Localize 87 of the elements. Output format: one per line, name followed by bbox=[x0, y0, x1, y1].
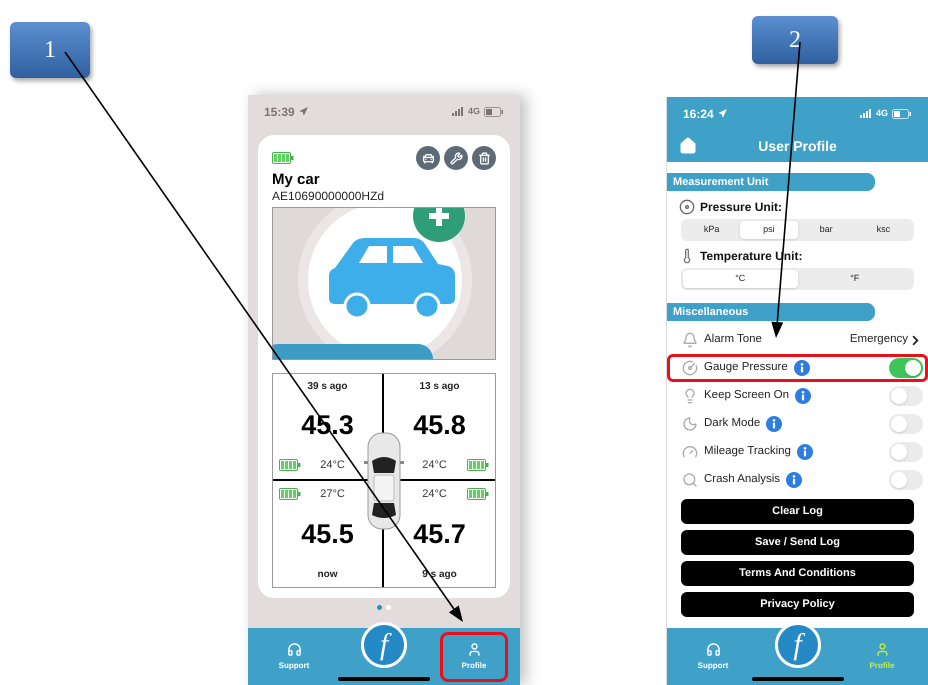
tire-pressure: 45.5 bbox=[301, 521, 354, 548]
toggle-switch[interactable] bbox=[889, 470, 923, 490]
status-time: 15:39 bbox=[264, 104, 295, 120]
unit-option[interactable]: °F bbox=[798, 270, 912, 288]
pressure-unit-label: Pressure Unit: bbox=[700, 199, 782, 216]
app-logo[interactable]: f bbox=[361, 622, 407, 668]
bell-icon bbox=[682, 332, 698, 348]
setting-label: Keep Screen On bbox=[704, 388, 790, 404]
moon-icon bbox=[682, 416, 698, 432]
setting-label: Gauge Pressure bbox=[704, 360, 788, 376]
home-icon[interactable] bbox=[679, 137, 697, 155]
toggle-switch[interactable] bbox=[889, 386, 923, 406]
status-time: 16:24 bbox=[683, 106, 714, 122]
wrench-icon bbox=[450, 152, 462, 164]
settings-row[interactable]: Alarm Tone Emergency bbox=[667, 326, 928, 354]
setting-label: Alarm Tone bbox=[704, 332, 762, 348]
search-icon bbox=[682, 472, 698, 488]
settings-row[interactable]: Dark Mode bbox=[667, 410, 928, 438]
unit-option[interactable]: psi bbox=[740, 221, 798, 239]
trash-icon bbox=[478, 152, 490, 164]
setting-value: Emergency bbox=[850, 332, 908, 348]
action-button[interactable]: Terms And Conditions bbox=[681, 561, 914, 586]
headset-icon bbox=[706, 642, 720, 657]
signal-icon bbox=[452, 107, 464, 116]
info-icon[interactable] bbox=[786, 472, 802, 488]
screen-title: User Profile bbox=[758, 136, 837, 156]
tire-updated-time: 9 s ago bbox=[422, 568, 457, 582]
info-icon[interactable] bbox=[794, 360, 810, 376]
sensor-battery-icon bbox=[466, 459, 489, 472]
wrench-button[interactable] bbox=[444, 146, 468, 170]
phone-battery-icon bbox=[484, 106, 504, 116]
sensor-battery-icon bbox=[466, 488, 489, 500]
toggle-switch[interactable] bbox=[889, 414, 923, 434]
location-icon bbox=[298, 107, 308, 116]
car-id: AE10690000000HZd bbox=[272, 189, 386, 203]
action-button[interactable]: Clear Log bbox=[681, 499, 914, 524]
tire-pressure: 45.8 bbox=[413, 412, 466, 439]
setting-label: Dark Mode bbox=[704, 416, 760, 432]
toggle-switch[interactable] bbox=[889, 358, 923, 378]
settings-row[interactable]: Crash Analysis bbox=[667, 466, 928, 494]
section-header: Measurement Unit bbox=[667, 173, 875, 191]
setting-label: Mileage Tracking bbox=[704, 444, 791, 460]
location-icon bbox=[718, 109, 727, 118]
speedometer-icon bbox=[682, 444, 698, 460]
settings-row[interactable]: Keep Screen On bbox=[667, 382, 928, 410]
headset-icon bbox=[286, 642, 302, 657]
tire-temperature: 27°C bbox=[320, 486, 345, 502]
device-battery-icon bbox=[272, 152, 294, 164]
app-logo[interactable]: f bbox=[774, 622, 820, 668]
info-icon[interactable] bbox=[796, 444, 813, 460]
tire-updated-time: 39 s ago bbox=[307, 380, 348, 394]
network-label: 4G bbox=[468, 104, 480, 118]
tire-temperature: 24°C bbox=[422, 486, 447, 502]
signal-icon bbox=[860, 109, 872, 118]
tire-pressure: 45.7 bbox=[413, 521, 466, 548]
car-name: My car bbox=[272, 171, 321, 189]
add-car-drawing[interactable] bbox=[273, 208, 495, 359]
unit-option[interactable]: bar bbox=[798, 221, 855, 239]
action-button[interactable]: Save / Send Log bbox=[681, 530, 914, 555]
sensor-battery-icon bbox=[279, 488, 301, 500]
gauge-icon bbox=[682, 360, 698, 376]
tire-icon bbox=[679, 199, 695, 215]
action-button[interactable]: Privacy Policy bbox=[681, 592, 914, 617]
tire-temperature: 24°C bbox=[320, 458, 345, 473]
car-button[interactable] bbox=[416, 146, 440, 170]
callout-label: 2 bbox=[752, 16, 838, 64]
tire-updated-time: now bbox=[318, 568, 338, 582]
phone-battery-icon bbox=[892, 108, 912, 118]
network-label: 4G bbox=[876, 106, 888, 120]
tire-temperature: 24°C bbox=[422, 458, 447, 473]
unit-option[interactable]: kPa bbox=[683, 221, 740, 239]
info-icon[interactable] bbox=[766, 416, 782, 432]
car-icon bbox=[422, 152, 434, 164]
tire-updated-time: 13 s ago bbox=[419, 380, 460, 394]
setting-label: Crash Analysis bbox=[704, 472, 780, 488]
person-icon bbox=[874, 642, 890, 657]
settings-row[interactable]: Gauge Pressure bbox=[667, 354, 928, 382]
callout-label: 1 bbox=[10, 22, 90, 78]
info-icon[interactable] bbox=[795, 388, 812, 404]
unit-option[interactable]: °C bbox=[683, 270, 798, 288]
settings-row[interactable]: Mileage Tracking bbox=[667, 438, 928, 466]
person-icon bbox=[466, 642, 482, 657]
section-header: Miscellaneous bbox=[667, 303, 875, 321]
unit-option[interactable]: ksc bbox=[854, 221, 912, 239]
sensor-battery-icon bbox=[279, 459, 301, 472]
toggle-switch[interactable] bbox=[889, 442, 923, 462]
delete-button[interactable] bbox=[472, 146, 496, 170]
